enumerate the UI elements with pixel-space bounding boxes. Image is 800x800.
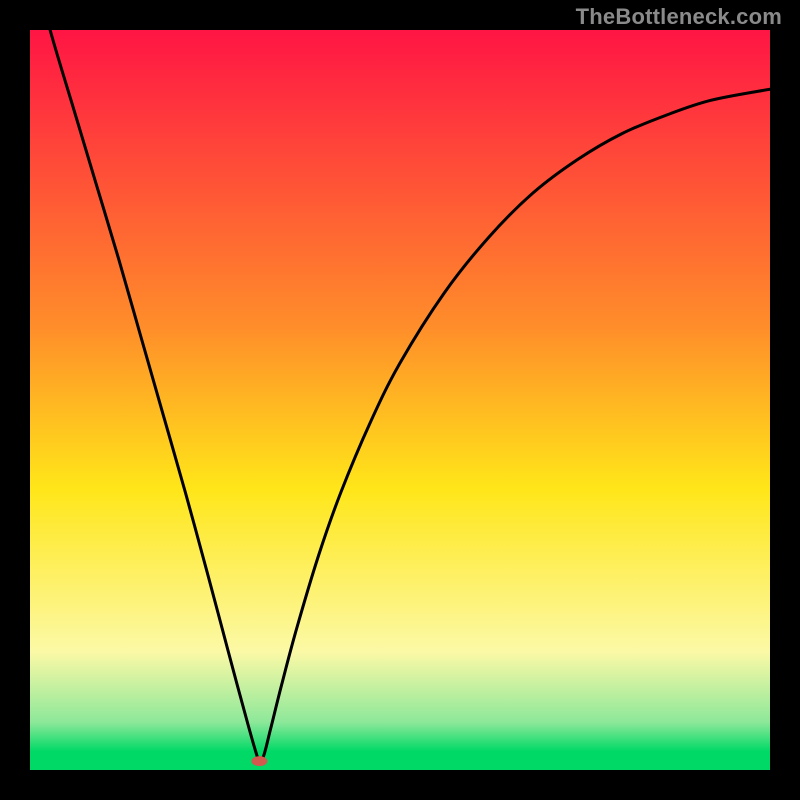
- watermark-text: TheBottleneck.com: [576, 4, 782, 30]
- chart-svg: [30, 30, 770, 770]
- chart-container: TheBottleneck.com: [0, 0, 800, 800]
- plot-area: [30, 30, 770, 770]
- optimal-marker: [251, 756, 267, 766]
- gradient-background: [30, 30, 770, 770]
